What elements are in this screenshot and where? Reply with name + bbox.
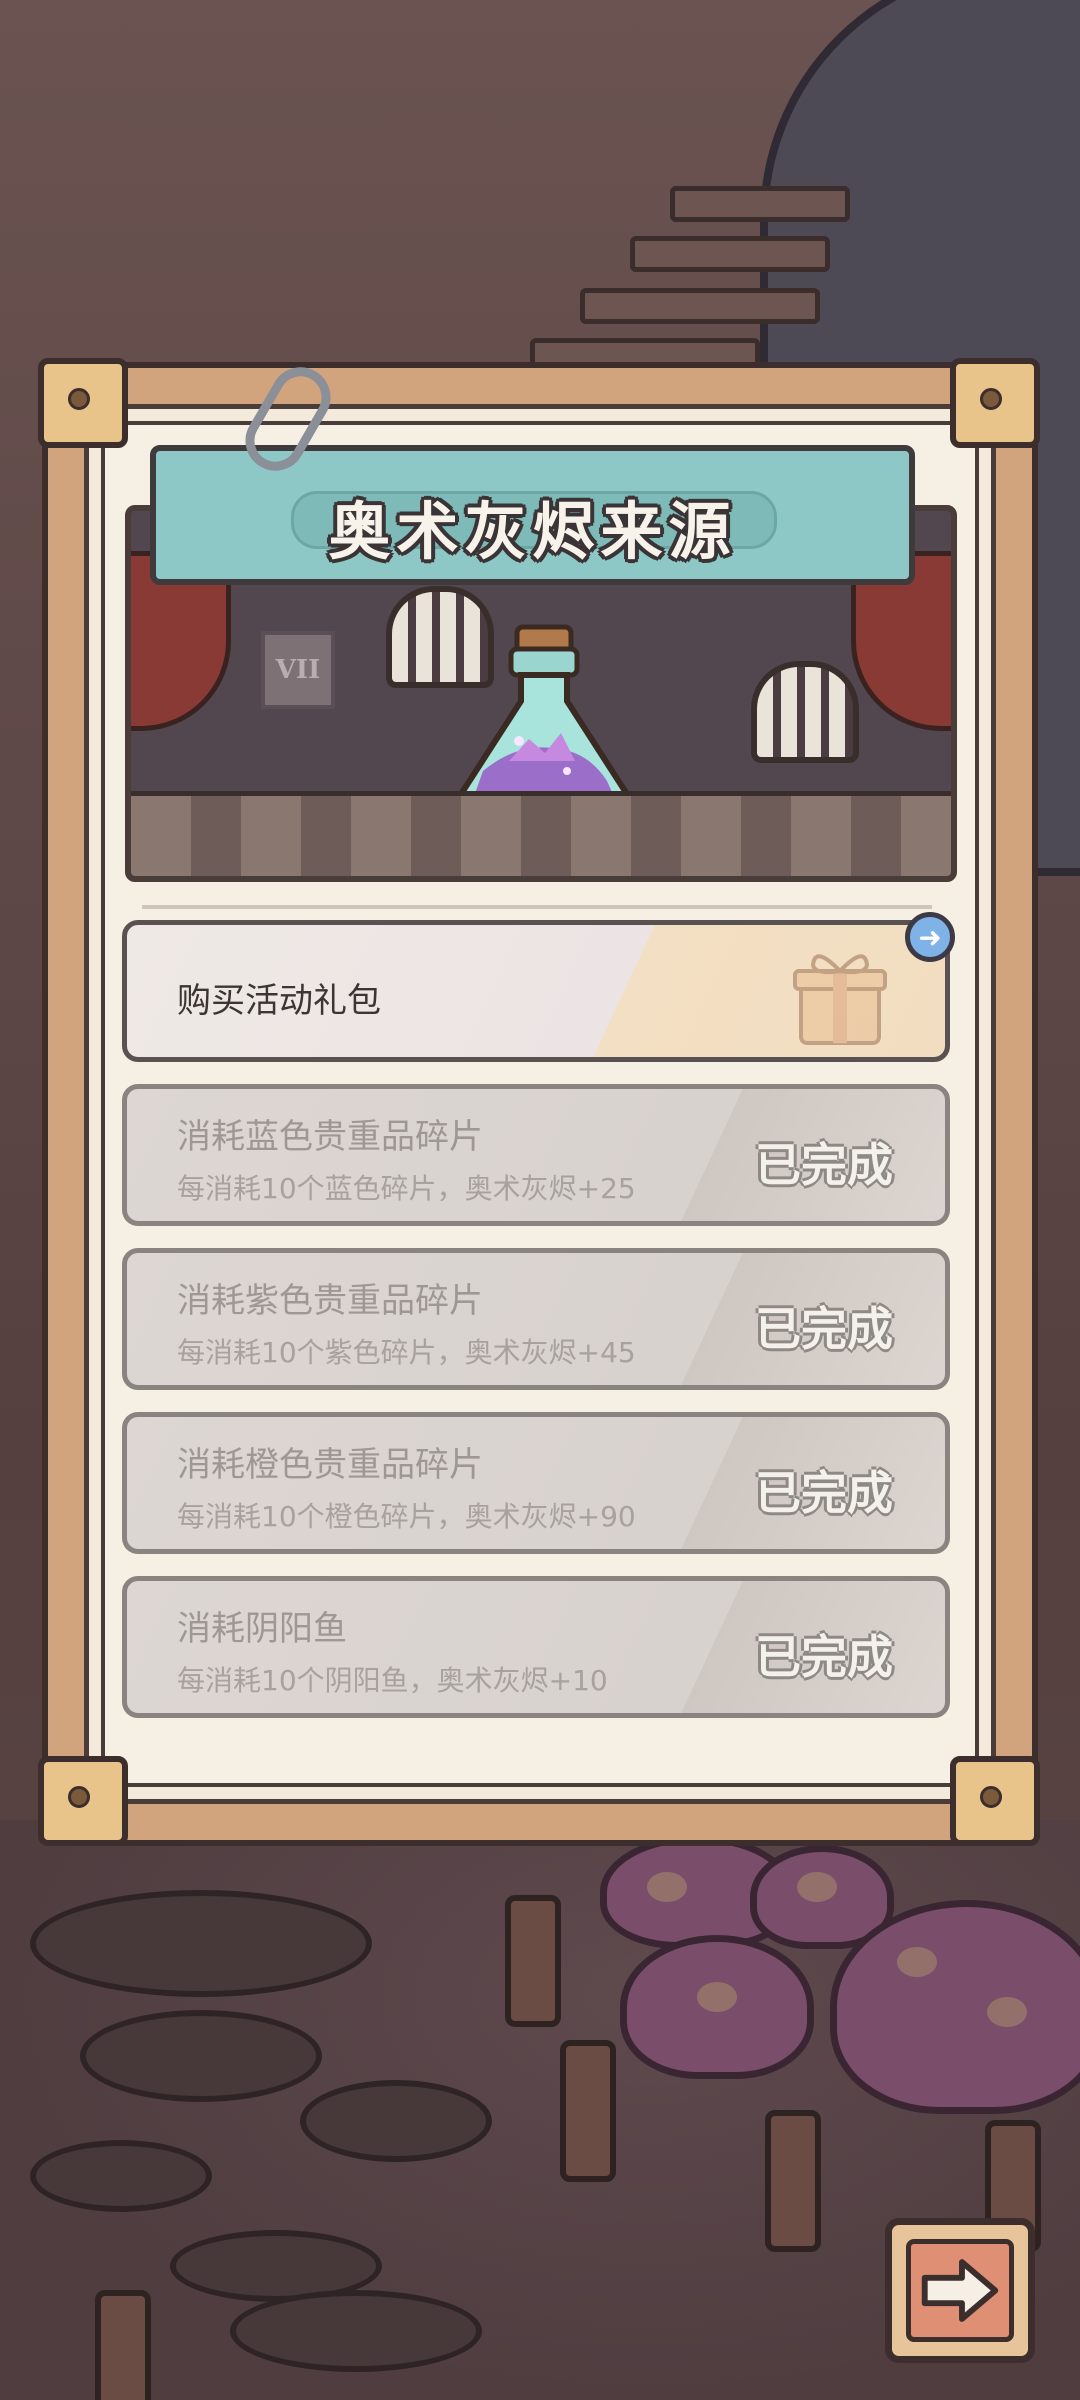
source-desc: 每消耗10个橙色碎片，奥术灰烬+90: [177, 1500, 636, 1533]
wood-plank: [670, 186, 850, 222]
wood-plank: [580, 288, 820, 324]
frame-corner-bottom-left: [38, 1756, 128, 1846]
source-row-yinyang-fish: 消耗阴阳鱼 每消耗10个阴阳鱼，奥术灰烬+10 已完成: [122, 1576, 950, 1718]
dialog-title: 奥术灰烬来源: [328, 495, 737, 568]
source-row-purple-fragments: 消耗紫色贵重品碎片 每消耗10个紫色碎片，奥术灰烬+45 已完成: [122, 1248, 950, 1390]
source-name: 消耗蓝色贵重品碎片: [177, 1117, 483, 1157]
source-desc: 每消耗10个紫色碎片，奥术灰烬+45: [177, 1336, 636, 1369]
source-desc: 每消耗10个蓝色碎片，奥术灰烬+25: [177, 1172, 636, 1205]
gift-box-icon: [793, 954, 887, 1045]
frame-corner-top-right: [950, 358, 1040, 448]
completed-status: 已完成: [755, 1138, 893, 1192]
arrow-right-circle-icon[interactable]: ➜: [905, 912, 955, 962]
source-row-buy-gift-pack[interactable]: 购买活动礼包: [122, 920, 950, 1062]
mushroom: [620, 1935, 814, 2079]
completed-status: 已完成: [755, 1466, 893, 1520]
source-name: 消耗橙色贵重品碎片: [177, 1445, 483, 1485]
source-name: 消耗紫色贵重品碎片: [177, 1281, 483, 1321]
source-name: 购买活动礼包: [177, 981, 381, 1021]
fence-post: [560, 2040, 616, 2182]
fence-post: [505, 1895, 561, 2027]
source-desc: 每消耗10个阴阳鱼，奥术灰烬+10: [177, 1664, 608, 1697]
wall-plaque: VII: [261, 631, 335, 709]
stepping-stone: [80, 2010, 322, 2102]
rock-floor: [131, 791, 951, 876]
source-row-orange-fragments: 消耗橙色贵重品碎片 每消耗10个橙色碎片，奥术灰烬+90 已完成: [122, 1412, 950, 1554]
source-row-blue-fragments: 消耗蓝色贵重品碎片 每消耗10个蓝色碎片，奥术灰烬+25 已完成: [122, 1084, 950, 1226]
fence-post: [765, 2110, 821, 2252]
wood-plank: [630, 236, 830, 272]
next-button-face: [906, 2239, 1014, 2342]
stepping-stone: [230, 2290, 482, 2372]
frame-corner-top-left: [38, 358, 128, 448]
barred-window: [751, 661, 859, 763]
source-name: 消耗阴阳鱼: [177, 1609, 347, 1649]
stepping-stone: [300, 2080, 492, 2162]
divider: [142, 905, 932, 909]
completed-status: 已完成: [755, 1302, 893, 1356]
frame-corner-bottom-right: [950, 1756, 1040, 1846]
arrow-right-icon: [921, 2259, 999, 2322]
stepping-stone: [30, 2140, 212, 2212]
next-button[interactable]: [885, 2218, 1035, 2363]
mushroom: [830, 1900, 1080, 2114]
completed-status: 已完成: [755, 1630, 893, 1684]
fence-post: [95, 2290, 151, 2400]
stepping-stone: [30, 1890, 372, 1997]
